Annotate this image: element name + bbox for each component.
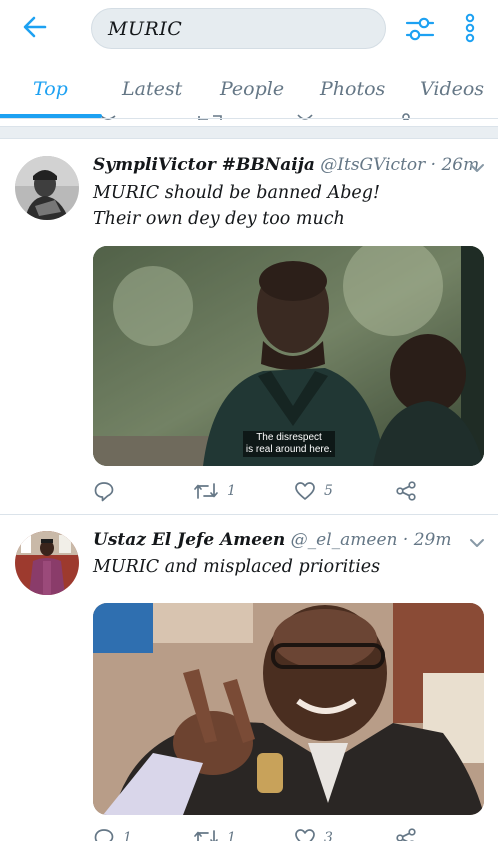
avatar[interactable] [15, 156, 79, 220]
sliders-icon [405, 17, 435, 41]
tab-people[interactable]: People [220, 78, 284, 100]
like-count: 3 [324, 830, 333, 841]
display-name[interactable]: Ustaz El Jefe Ameen [93, 530, 285, 550]
retweet-icon [194, 483, 218, 499]
share-icon [396, 481, 416, 501]
tweet-media-image[interactable] [93, 603, 484, 815]
reply-button[interactable]: 1 [93, 827, 132, 841]
timestamp: 29m [413, 530, 452, 550]
chevron-down-icon[interactable] [469, 162, 485, 174]
share-button[interactable] [395, 827, 417, 841]
user-handle[interactable]: @ItsGVictor [320, 155, 425, 175]
reply-icon [94, 829, 114, 841]
heart-icon [295, 482, 315, 500]
tab-latest[interactable]: Latest [122, 78, 182, 100]
reply-count: 1 [123, 830, 132, 841]
chevron-down-icon[interactable] [469, 537, 485, 549]
like-count: 5 [324, 483, 333, 499]
retweet-button[interactable]: 1 [193, 827, 236, 841]
heart-icon [295, 829, 315, 841]
reply-button[interactable] [93, 480, 123, 502]
tweet[interactable]: Ustaz El Jefe Ameen @_el_ameen · 29m MUR… [0, 515, 498, 841]
retweet-count: 1 [227, 830, 236, 841]
timeline-separator [0, 126, 498, 139]
user-handle[interactable]: @_el_ameen [291, 530, 398, 550]
reply-icon [94, 482, 114, 502]
top-bar: MURIC [0, 0, 498, 56]
arrow-left-icon [23, 16, 47, 38]
timestamp-separator: · [425, 155, 442, 175]
tweet-actions: 1 1 3 [93, 827, 484, 841]
media-caption: The disrespect is real around here. [243, 431, 335, 457]
tabs-divider [0, 118, 498, 119]
avatar[interactable] [15, 531, 79, 595]
tweet-header: SympliVictor #BBNaija @ItsGVictor · 26m [93, 155, 479, 175]
search-filter-button[interactable] [405, 15, 435, 43]
back-button[interactable] [22, 14, 48, 40]
retweet-button[interactable]: 1 [193, 480, 236, 502]
share-button[interactable] [395, 480, 417, 502]
tab-photos[interactable]: Photos [320, 78, 385, 100]
search-query: MURIC [108, 17, 183, 40]
tweet-media-image[interactable]: The disrespect is real around here. [93, 246, 484, 466]
share-icon [396, 828, 416, 841]
display-name[interactable]: SympliVictor #BBNaija [93, 155, 315, 175]
search-tabs: Top Latest People Photos Videos [0, 60, 498, 120]
tweet-header: Ustaz El Jefe Ameen @_el_ameen · 29m [93, 530, 451, 550]
retweet-icon [194, 830, 218, 841]
overflow-menu-button[interactable] [463, 13, 477, 43]
tweet-text: MURIC should be banned Abeg! Their own d… [93, 183, 380, 229]
tweet-actions: 1 5 [93, 480, 484, 504]
tab-videos[interactable]: Videos [420, 78, 484, 100]
tweet[interactable]: SympliVictor #BBNaija @ItsGVictor · 26m … [0, 140, 498, 512]
search-input[interactable]: MURIC [91, 8, 386, 49]
like-button[interactable]: 3 [294, 827, 333, 841]
tweet-text: MURIC and misplaced priorities [93, 557, 381, 577]
timestamp-separator: · [397, 530, 414, 550]
retweet-count: 1 [227, 483, 236, 499]
more-vertical-icon [465, 13, 475, 43]
like-button[interactable]: 5 [294, 480, 333, 502]
tab-top[interactable]: Top [33, 78, 68, 100]
